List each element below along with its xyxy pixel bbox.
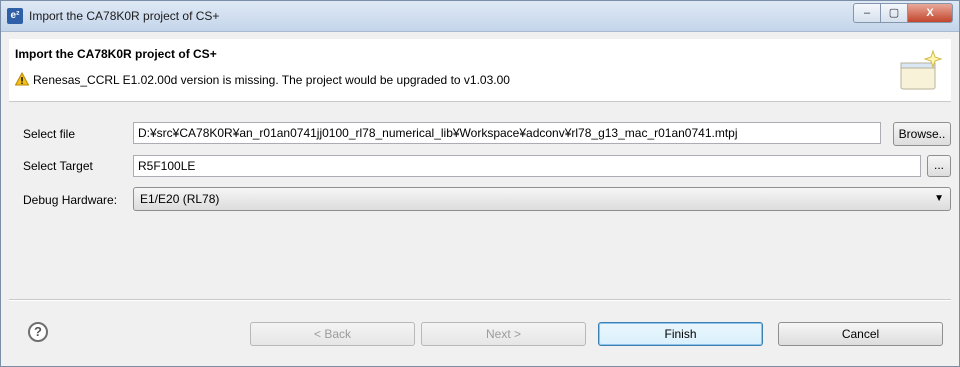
debug-hardware-label: Debug Hardware:	[23, 193, 118, 207]
window-controls: – ▢ X	[853, 3, 953, 23]
finish-button[interactable]: Finish	[598, 322, 763, 346]
chevron-down-icon: ▼	[934, 193, 944, 204]
import-form: Select file D:¥src¥CA78K0R¥an_r01an0741j…	[9, 101, 951, 297]
debug-hardware-value: E1/E20 (RL78)	[140, 192, 220, 206]
warning-icon	[15, 72, 29, 86]
e2-studio-icon: e²	[7, 8, 23, 24]
debug-hardware-select[interactable]: E1/E20 (RL78) ▼	[133, 187, 951, 211]
warning-message: Renesas_CCRL E1.02.00d version is missin…	[33, 73, 510, 87]
select-target-label: Select Target	[23, 159, 93, 173]
maximize-button[interactable]: ▢	[880, 3, 907, 23]
file-path-input[interactable]: D:¥src¥CA78K0R¥an_r01an0741jj0100_rl78_n…	[133, 122, 881, 144]
import-dialog: e² Import the CA78K0R project of CS+ – ▢…	[0, 0, 960, 367]
cancel-button[interactable]: Cancel	[778, 322, 943, 346]
close-button[interactable]: X	[907, 3, 953, 23]
next-button[interactable]: Next >	[421, 322, 586, 346]
wizard-banner-icon	[900, 49, 943, 90]
window-title: Import the CA78K0R project of CS+	[29, 9, 220, 23]
back-button[interactable]: < Back	[250, 322, 415, 346]
target-browse-button[interactable]: ...	[927, 155, 951, 177]
help-icon[interactable]: ?	[28, 322, 48, 342]
minimize-button[interactable]: –	[853, 3, 880, 23]
page-title: Import the CA78K0R project of CS+	[15, 47, 217, 61]
target-input[interactable]: R5F100LE	[133, 155, 921, 177]
wizard-header: Import the CA78K0R project of CS+ Renesa…	[9, 39, 951, 102]
browse-button[interactable]: Browse..	[893, 122, 951, 146]
title-bar[interactable]: e² Import the CA78K0R project of CS+ – ▢…	[1, 1, 959, 32]
footer-separator	[9, 299, 951, 301]
select-file-label: Select file	[23, 127, 76, 141]
